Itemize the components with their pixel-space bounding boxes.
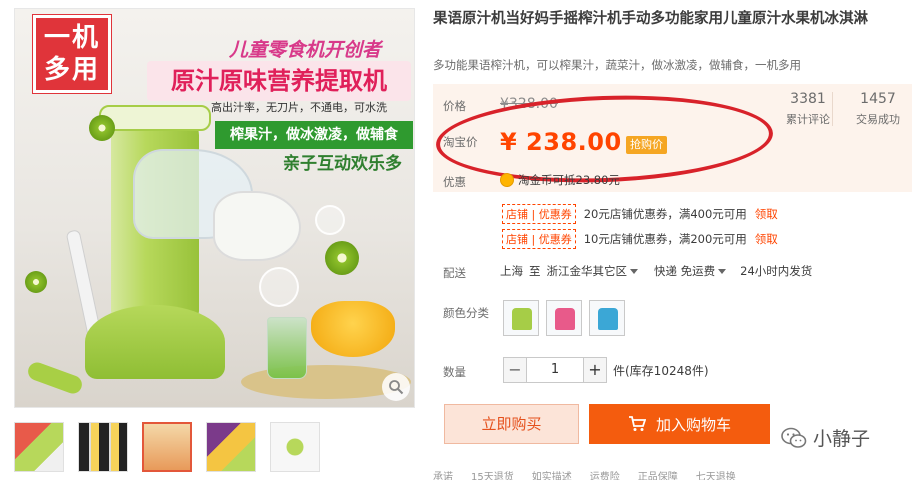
juicer-thumb-icon: [512, 308, 532, 330]
wechat-watermark: 小静子: [781, 424, 870, 451]
ship-method-dropdown[interactable]: 快递 免运费: [654, 263, 727, 279]
watermark-text: 小静子: [813, 428, 871, 450]
stock-info: 件(库存10248件): [613, 363, 709, 378]
thumbnail-2[interactable]: [78, 422, 128, 472]
coupon-tag: 店铺 | 优惠券: [502, 204, 576, 224]
juicer-base: [85, 305, 225, 379]
function-band: 榨果汁，做冰激凌，做辅食: [215, 121, 413, 149]
quantity-label: 数量: [443, 365, 466, 379]
coin-discount: 淘金币可抵23.80元: [500, 172, 620, 188]
kiwi-slice-icon: [89, 115, 115, 141]
bubble-decor: [259, 267, 299, 307]
thumbnail-4[interactable]: [206, 422, 256, 472]
feature-line: 高出汁率，无刀片，不通电，可水洗: [211, 101, 387, 114]
juicer-thumb-icon: [598, 308, 618, 330]
coin-text: 淘金币可抵23.80元: [518, 173, 620, 187]
reviews-count: 3381: [790, 91, 826, 107]
promise-item[interactable]: 正品保障: [638, 468, 678, 480]
service-promises: 承诺 15天退货 如实描述 运费险 正品保障 七天退换: [433, 468, 914, 480]
badge-line-2: 多用: [43, 55, 100, 85]
color-option-pink[interactable]: [546, 300, 582, 336]
juicer-hopper: [99, 105, 211, 131]
multi-use-badge: 一机 多用: [33, 15, 111, 93]
chevron-down-icon: [630, 269, 638, 274]
product-title: 果语原汁机当好妈手摇榨汁机手动多功能家用儿童原汁水果机冰淇淋: [433, 11, 868, 27]
quantity-increase-button[interactable]: +: [583, 357, 607, 383]
juicer-outlet: [213, 191, 301, 261]
coupon-tag: 店铺 | 优惠券: [502, 229, 576, 249]
color-label: 颜色分类: [443, 306, 489, 320]
ship-destination-dropdown[interactable]: 浙江金华其它区: [546, 263, 638, 279]
cart-icon: [628, 416, 646, 431]
deals-label: 交易成功: [856, 113, 900, 126]
quantity-decrease-button[interactable]: −: [503, 357, 527, 383]
color-option-blue[interactable]: [589, 300, 625, 336]
slogan-main: 原汁原味营养提取机: [147, 61, 411, 101]
add-to-cart-label: 加入购物车: [655, 415, 731, 434]
claim-coupon-link[interactable]: 领取: [755, 206, 778, 222]
promise-item[interactable]: 七天退换: [696, 468, 736, 480]
coupon-text: 20元店铺优惠券，满400元可用: [583, 207, 747, 221]
coupon-row: 店铺 | 优惠券 10元店铺优惠券，满200元可用 领取: [502, 229, 778, 249]
ship-to-word: 至: [529, 264, 541, 278]
kiwi-slice-icon: [325, 241, 359, 275]
ship-from: 上海: [500, 264, 523, 278]
add-to-cart-button[interactable]: 加入购物车: [589, 404, 770, 444]
magnifier-icon[interactable]: [382, 373, 410, 401]
thumbnail-5[interactable]: [270, 422, 320, 472]
fruit-bowl: [311, 301, 395, 357]
slogan-top: 儿童零食机开创者: [229, 39, 382, 61]
slogan-family: 亲子互动欢乐多: [283, 154, 402, 174]
deals-count: 1457: [860, 91, 896, 107]
thumbnail-1[interactable]: [14, 422, 64, 472]
thumbnail-strip: [14, 422, 320, 472]
chevron-down-icon: [718, 269, 727, 274]
stat-divider: [832, 92, 833, 126]
coupon-row: 店铺 | 优惠券 20元店铺优惠券，满400元可用 领取: [502, 204, 778, 224]
bubble-decor: [315, 205, 345, 235]
promo-label: 优惠: [443, 175, 466, 189]
promise-label: 承诺: [433, 472, 453, 480]
coupon-text: 10元店铺优惠券，满200元可用: [583, 232, 747, 246]
product-subtitle: 多功能果语榨汁机，可以榨果汁，蔬菜汁，做冰激凌，做辅食，一机多用: [433, 58, 801, 72]
promise-item[interactable]: 运费险: [590, 468, 620, 480]
ship-time: 24小时内发货: [740, 264, 813, 278]
juice-glass: [267, 317, 307, 379]
color-options: [503, 300, 625, 336]
shipping-label: 配送: [443, 266, 466, 280]
wechat-icon: [781, 427, 807, 449]
shipping-row: 上海 至 浙江金华其它区 快递 免运费 24小时内发货: [500, 263, 812, 279]
deals-stat: 1457 交易成功: [848, 91, 908, 127]
claim-coupon-link[interactable]: 领取: [755, 231, 778, 247]
quantity-stepper: − 1 + 件(库存10248件): [503, 357, 709, 383]
product-main-image[interactable]: 一机 多用 儿童零食机开创者 原汁原味营养提取机 高出汁率，无刀片，不通电，可水…: [14, 8, 415, 408]
buy-now-button[interactable]: 立即购买: [444, 404, 579, 444]
kiwi-slice-icon: [25, 271, 47, 293]
ship-destination: 浙江金华其它区: [546, 264, 628, 278]
reviews-stat[interactable]: 3381 累计评论: [780, 91, 836, 127]
promise-item[interactable]: 如实描述: [532, 468, 572, 480]
badge-line-1: 一机: [43, 23, 100, 53]
juicer-handle-knob: [25, 359, 85, 397]
reviews-label: 累计评论: [786, 113, 830, 126]
price-label: 价格: [443, 99, 466, 113]
quantity-input[interactable]: 1: [527, 357, 583, 383]
thumbnail-3[interactable]: [142, 422, 192, 472]
promise-item[interactable]: 15天退货: [471, 468, 514, 480]
ship-method: 快递 免运费: [654, 264, 716, 278]
coin-icon: [500, 173, 514, 187]
color-option-green[interactable]: [503, 300, 539, 336]
juicer-thumb-icon: [555, 308, 575, 330]
